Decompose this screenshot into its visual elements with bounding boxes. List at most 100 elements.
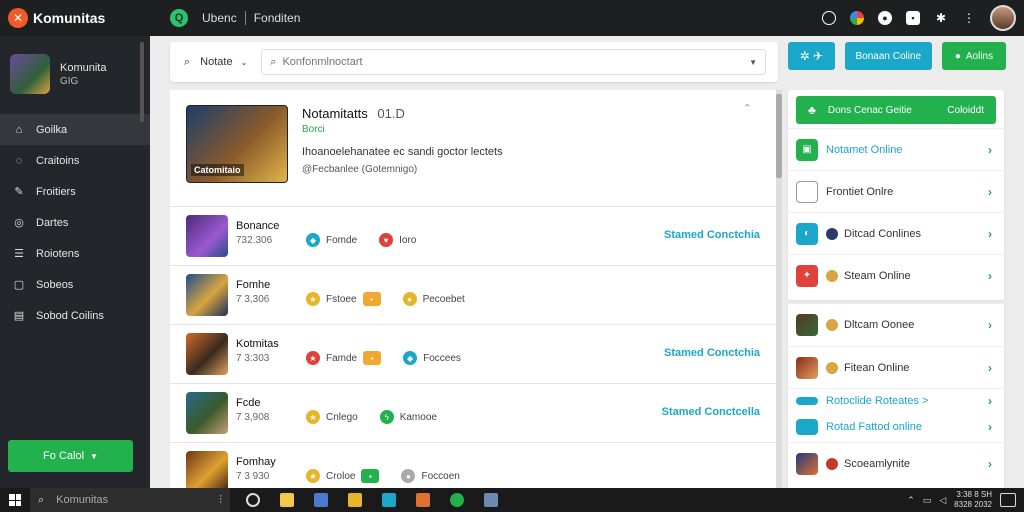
sidebar-item-label: Sobeos [36, 278, 74, 291]
list-item[interactable]: Fomhay 7 3 930 ★ Croloe ▪ ● Foccoen [170, 442, 776, 488]
sidebar-primary-button[interactable]: Fo Calol ▼ [8, 440, 133, 472]
office-icon[interactable] [416, 493, 430, 507]
file-explorer-icon[interactable] [280, 493, 294, 507]
list-item[interactable]: Rotad Fattod online › [788, 412, 1004, 442]
sidebar-item-froitiers[interactable]: ✎ Froitiers [0, 176, 150, 207]
coin-icon [826, 269, 838, 282]
list-item[interactable]: Dltcam Oonee › [788, 304, 1004, 346]
online-card-header[interactable]: ♣ Dons Cenac Geitie Coloiddt [796, 96, 996, 124]
badge-icon: ▪ [361, 469, 380, 483]
task-view-icon[interactable] [246, 493, 260, 507]
featured-image-label: Catomitaio [191, 164, 244, 176]
list-item-label: Rotoclide Roteates > [826, 394, 929, 407]
windows-start-button[interactable] [0, 494, 30, 506]
sidebar-scrollbar[interactable] [140, 42, 144, 122]
list-item-label: Scoeamlynite [844, 457, 911, 470]
clock-icon[interactable] [822, 11, 836, 25]
featured-card[interactable]: Catomitaio Notamitatts 01.D Borci Ihoano… [170, 90, 776, 206]
users-icon: ♣ [808, 103, 816, 117]
brand[interactable]: ✕ Komunitas [0, 8, 150, 28]
search-field[interactable]: ⌕ ▼ [261, 49, 766, 75]
puzzle-icon[interactable]: ✱ [934, 11, 948, 25]
star-icon: ★ [306, 292, 320, 306]
list-item[interactable]: Fitean Online › [788, 346, 1004, 388]
notification-icon[interactable] [1000, 493, 1016, 507]
steam-icon: ✦ [796, 264, 818, 287]
taskbar-search[interactable]: ⌕ Komunitas ⫶ [30, 488, 230, 512]
list-item-action[interactable]: Stamed Conctchia [664, 229, 760, 241]
sidebar-item-craitoins[interactable]: ◌ Craitoins [0, 145, 150, 176]
list-item-tags: ★ Croloe ▪ ● Foccoen [306, 469, 460, 483]
online-card-link[interactable]: Coloiddt [947, 105, 984, 116]
featured-description: Ihoanoelehanatee ec sandi goctor lectets [302, 146, 503, 158]
list-item[interactable]: Fomhe 7 3,306 ★ Fstoee ▪ ● Pecoebet [170, 265, 776, 324]
list-item[interactable]: Bonance 732.306 ◆ Fomde ♥ Ioro Stamed Co… [170, 206, 776, 265]
system-tray: ⌃ ▭ ◁ 3:38 8 SH 8328 2032 [907, 490, 1024, 510]
list-item[interactable]: Fcde 7 3,908 ★ Cnlego ϟ Kamooe Stamed Co… [170, 383, 776, 442]
sidebar-item-label: Roiotens [36, 247, 80, 260]
list-item-count: 732.306 [236, 235, 273, 246]
chat-bubble-icon[interactable]: ● [878, 11, 892, 25]
volume-icon[interactable]: ◁ [939, 495, 946, 506]
sidebar-item-sobeos[interactable]: ▢ Sobeos [0, 269, 150, 300]
game-icon: ▣ [796, 138, 818, 161]
primary-blue-button[interactable]: Bonaan Coline [844, 42, 932, 70]
sidebar-item-sobod-coilins[interactable]: ▤ Sobod Coilins [0, 300, 150, 331]
breadcrumb-item-2[interactable]: Fonditen [254, 11, 301, 25]
user-avatar[interactable] [990, 5, 1016, 31]
media-icon[interactable]: ▪ [906, 11, 920, 25]
main-scrollbar-thumb[interactable] [776, 94, 782, 178]
list-item[interactable]: Scoeamlynite › [788, 442, 1004, 484]
sidebar-item-dartes[interactable]: ◎ Dartes [0, 207, 150, 238]
sidebar-item-roiotens[interactable]: ☰ Roiotens [0, 238, 150, 269]
game-thumbnail [796, 314, 818, 336]
store-icon[interactable] [382, 493, 396, 507]
breadcrumb-item-1[interactable]: Ubenc [202, 11, 237, 25]
collapse-icon[interactable]: ⌃ [743, 102, 752, 115]
photos-icon[interactable] [314, 493, 328, 507]
monitor-icon[interactable] [484, 493, 498, 507]
folder-icon[interactable] [348, 493, 362, 507]
filter-dropdown[interactable]: ⌕ Notate ⌄ [170, 56, 261, 69]
sidebar-item-label: Goilka [36, 123, 68, 136]
primary-green-button[interactable]: ● Aolins [941, 42, 1007, 70]
list-item-action[interactable]: Stamed Conctchia [664, 347, 760, 359]
chat-icon: ◌ [15, 154, 23, 167]
featured-meta[interactable]: @Fecbanlee (Gotemnigo) [302, 164, 417, 175]
sidebar-item-label: Dartes [36, 216, 69, 229]
chevron-right-icon: › [988, 456, 992, 471]
featured-title-line: Notamitatts 01.D [302, 106, 405, 121]
online-card-title: Dons Cenac Geitie [827, 104, 912, 116]
sidebar-item-goilka[interactable]: ⌂ Goilka [0, 114, 150, 145]
tag-label: Kamooe [399, 411, 437, 423]
system-clock[interactable]: 3:38 8 SH 8328 2032 [954, 490, 992, 510]
spotify-icon[interactable] [450, 493, 464, 507]
search-input[interactable] [282, 56, 750, 68]
windows-icon [9, 494, 21, 506]
chevron-up-icon[interactable]: ⌃ [907, 495, 915, 506]
chevron-right-icon: › [988, 393, 992, 408]
tag-icon [796, 396, 818, 405]
tools-button[interactable]: ✲ ✈ [788, 42, 835, 70]
list-item-count: 7 3 930 [236, 471, 270, 482]
more-vertical-icon[interactable]: ⋮ [962, 11, 976, 25]
profile-card[interactable]: Komunita GIG [0, 36, 150, 108]
network-icon[interactable]: ▭ [923, 495, 932, 506]
chrome-icon[interactable] [850, 11, 864, 25]
featured-tag[interactable]: Borci [302, 124, 325, 135]
sidebar-item-label: Craitoins [36, 154, 80, 167]
list-item[interactable]: ◐ Ditcad Conlines › [788, 212, 1004, 254]
breadcrumb: Q Ubenc Fonditen [150, 9, 300, 27]
app-badge-icon[interactable]: Q [170, 9, 188, 27]
list-item[interactable]: Rotoclide Roteates > › [788, 388, 1004, 412]
main-scrollbar[interactable] [776, 90, 782, 488]
microphone-icon[interactable]: ⫶ [219, 494, 222, 507]
chevron-right-icon: › [988, 184, 992, 199]
list-item[interactable]: Kotmitas 7 3:303 ★ Famde ▪ ◆ Foccees Sta… [170, 324, 776, 383]
list-item-name: Fomhay [236, 456, 276, 468]
list-item[interactable]: ▣ Notamet Online › [788, 128, 1004, 170]
list-item[interactable]: ✦ Steam Online › [788, 254, 1004, 296]
chevron-down-icon[interactable]: ▼ [749, 58, 757, 67]
list-item-action[interactable]: Stamed Conctcella [662, 406, 760, 418]
list-item[interactable]: Frontiet Onlre › [788, 170, 1004, 212]
